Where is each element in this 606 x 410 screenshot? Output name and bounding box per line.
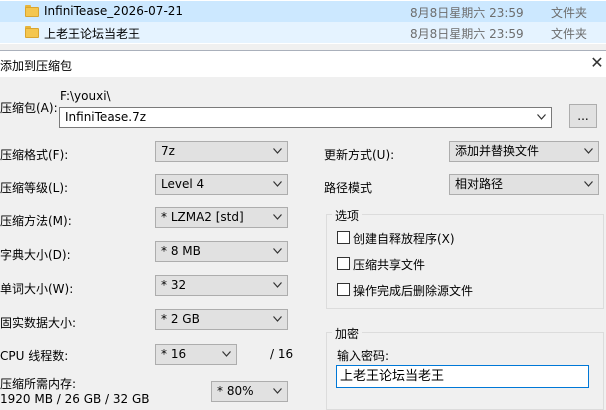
sfx-label: 创建自释放程序(X)	[353, 232, 455, 246]
memory-select[interactable]: * 80%	[211, 381, 288, 402]
solid-select[interactable]: * 2 GB	[155, 309, 288, 330]
chevron-down-icon	[584, 181, 593, 187]
chevron-down-icon	[273, 388, 282, 394]
dialog-titlebar: 添加到压缩包 ✕	[0, 51, 606, 77]
folder-icon	[25, 26, 39, 38]
close-icon[interactable]: ✕	[588, 54, 606, 72]
level-label: 压缩等级(L):	[0, 181, 69, 195]
pathmode-value: 相对路径	[455, 177, 504, 191]
file-name: InfiniTease_2026-07-21	[44, 4, 184, 18]
file-name: 上老王论坛当老王	[44, 27, 141, 41]
threads-value: * 16	[161, 347, 187, 361]
file-date: 8月8日星期六 23:59	[410, 6, 524, 20]
dict-value: * 8 MB	[161, 244, 201, 258]
update-label: 更新方式(U):	[324, 148, 395, 162]
method-select[interactable]: * LZMA2 [std]	[155, 207, 288, 228]
method-label: 压缩方法(M):	[0, 214, 72, 228]
encryption-title: 加密	[332, 325, 363, 342]
word-label: 单词大小(W):	[0, 282, 74, 296]
update-value: 添加并替换文件	[455, 144, 540, 158]
chevron-down-icon	[273, 316, 282, 322]
archive-path: F:\youxi\	[60, 89, 111, 103]
threads-select[interactable]: * 16	[155, 344, 237, 365]
chevron-down-icon	[273, 214, 282, 220]
archive-name-combobox[interactable]: InfiniTease.7z	[59, 107, 552, 128]
file-row-0[interactable]: InfiniTease_2026-07-21 8月8日星期六 23:59 文件夹	[0, 1, 606, 22]
word-select[interactable]: * 32	[155, 275, 288, 296]
chevron-down-icon	[222, 351, 231, 357]
threads-label: CPU 线程数:	[0, 349, 69, 363]
archive-label: 压缩包(A):	[0, 101, 58, 115]
pathmode-label: 路径模式	[324, 181, 373, 195]
format-select[interactable]: 7z	[155, 141, 288, 162]
archive-name-value: InfiniTease.7z	[65, 110, 147, 124]
chevron-down-icon	[273, 282, 282, 288]
chevron-down-icon	[273, 181, 282, 187]
level-value: Level 4	[161, 177, 205, 191]
options-title: 选项	[332, 207, 363, 224]
file-date: 8月8日星期六 23:59	[410, 27, 524, 41]
delete-source-checkbox[interactable]	[337, 283, 350, 296]
dialog-title: 添加到压缩包	[0, 59, 73, 73]
password-value: 上老王论坛当老王	[340, 369, 445, 384]
chevron-down-icon	[273, 148, 282, 154]
pathmode-select[interactable]: 相对路径	[449, 174, 599, 195]
chevron-down-icon	[537, 114, 546, 120]
level-select[interactable]: Level 4	[155, 174, 288, 195]
chevron-down-icon	[584, 148, 593, 154]
file-list: InfiniTease_2026-07-21 8月8日星期六 23:59 文件夹…	[0, 0, 606, 44]
file-row-1[interactable]: 上老王论坛当老王 8月8日星期六 23:59 文件夹	[0, 22, 606, 43]
chevron-down-icon	[273, 248, 282, 254]
format-value: 7z	[161, 144, 175, 158]
file-type: 文件夹	[551, 6, 588, 20]
sfx-checkbox[interactable]	[337, 231, 350, 244]
memory-detail: 1920 MB / 26 GB / 32 GB	[0, 392, 150, 406]
memory-label: 压缩所需内存:	[0, 377, 77, 391]
delete-source-label: 操作完成后删除源文件	[353, 284, 474, 298]
shared-label: 压缩共享文件	[353, 258, 426, 272]
solid-label: 固实数据大小:	[0, 316, 77, 330]
word-value: * 32	[161, 278, 187, 292]
password-prompt: 输入密码:	[337, 349, 390, 363]
format-label: 压缩格式(F):	[0, 148, 69, 162]
update-select[interactable]: 添加并替换文件	[449, 141, 599, 162]
solid-value: * 2 GB	[161, 312, 200, 326]
dict-select[interactable]: * 8 MB	[155, 241, 288, 262]
file-type: 文件夹	[551, 27, 588, 41]
browse-button[interactable]: ...	[569, 104, 597, 128]
folder-icon	[25, 5, 39, 17]
threads-max: / 16	[270, 347, 294, 361]
add-to-archive-dialog: 添加到压缩包 ✕ 压缩包(A): F:\youxi\ InfiniTease.7…	[0, 50, 606, 410]
dict-label: 字典大小(D):	[0, 248, 71, 262]
memory-value: * 80%	[217, 384, 254, 398]
password-input[interactable]: 上老王论坛当老王	[336, 365, 589, 388]
method-value: * LZMA2 [std]	[161, 210, 244, 224]
shared-checkbox[interactable]	[337, 257, 350, 270]
